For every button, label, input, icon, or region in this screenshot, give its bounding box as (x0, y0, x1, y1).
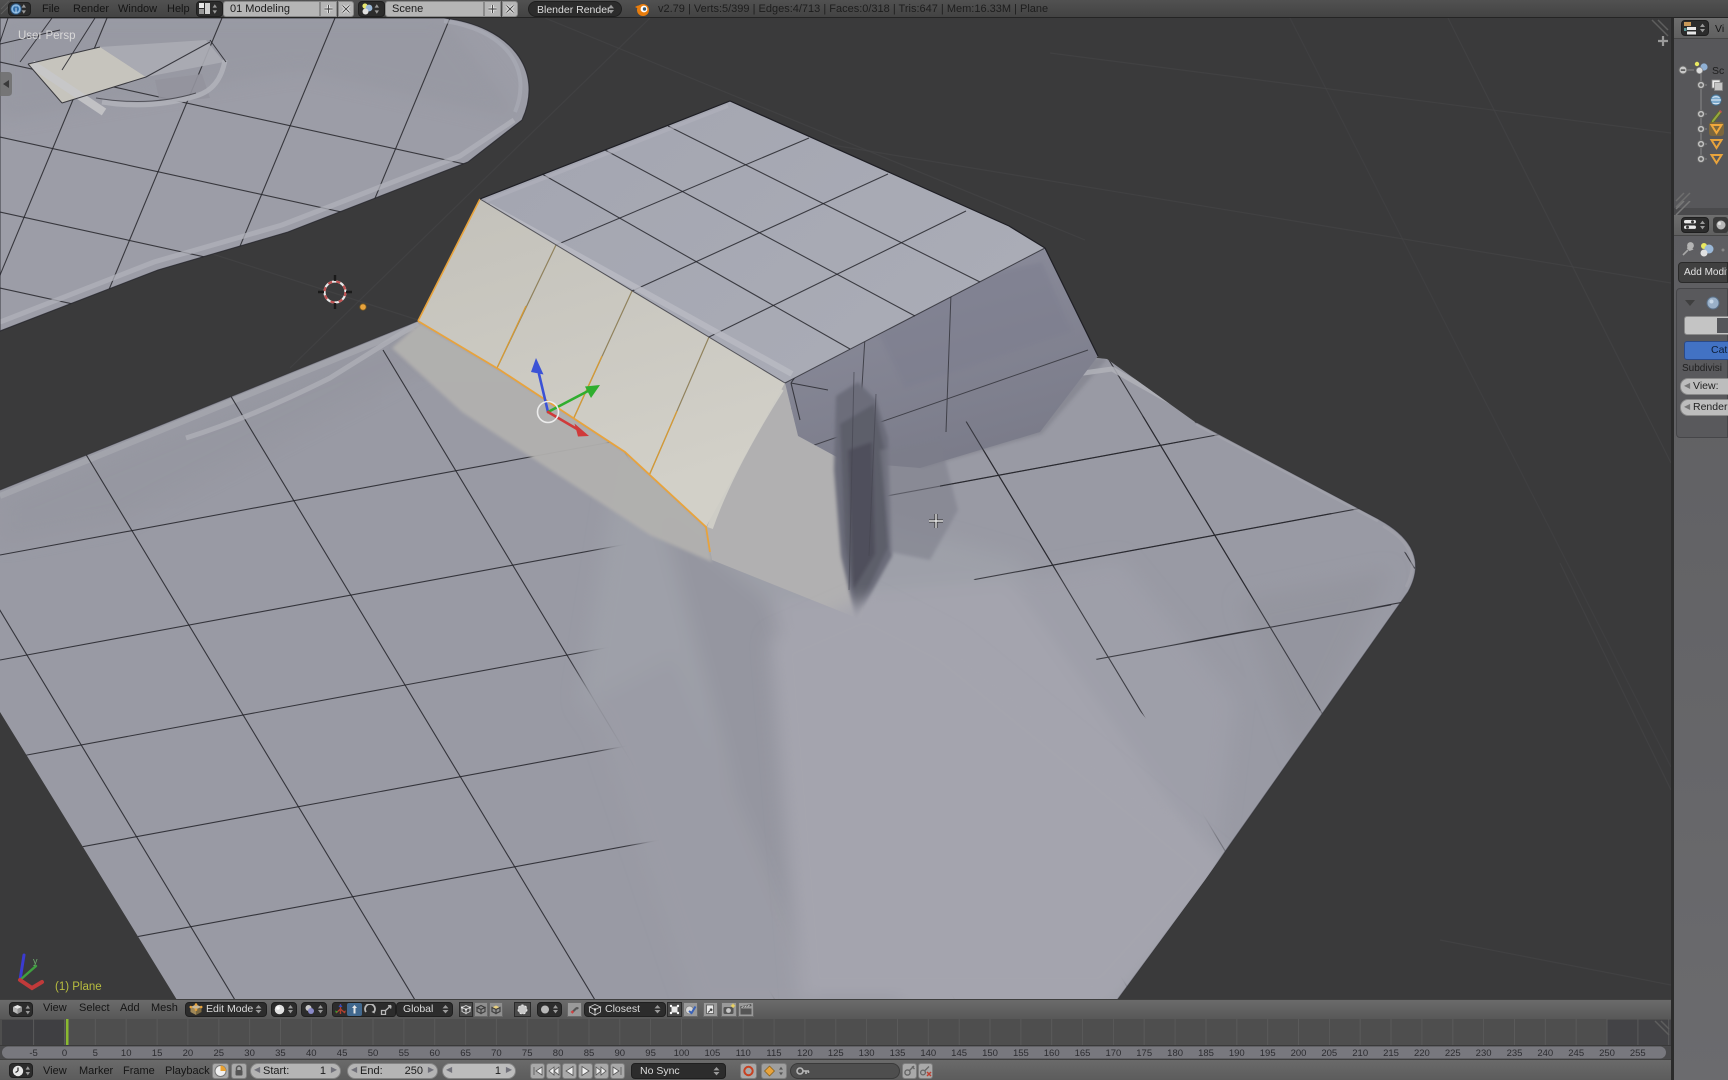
svg-text:200: 200 (1291, 1048, 1307, 1059)
svg-text:105: 105 (704, 1048, 720, 1059)
svg-text:45: 45 (337, 1048, 348, 1059)
svg-text:240: 240 (1537, 1048, 1553, 1059)
svg-text:215: 215 (1383, 1048, 1399, 1059)
svg-text:80: 80 (553, 1048, 564, 1059)
svg-text:175: 175 (1136, 1048, 1152, 1059)
svg-text:60: 60 (429, 1048, 440, 1059)
svg-text:220: 220 (1414, 1048, 1430, 1059)
svg-text:170: 170 (1105, 1048, 1121, 1059)
svg-text:10: 10 (121, 1048, 132, 1059)
svg-text:150: 150 (982, 1048, 998, 1059)
svg-text:i: i (15, 5, 17, 14)
svg-text:185: 185 (1198, 1048, 1214, 1059)
svg-text:50: 50 (368, 1048, 379, 1059)
svg-text:30: 30 (244, 1048, 255, 1059)
svg-text:195: 195 (1260, 1048, 1276, 1059)
svg-text:User Persp: User Persp (18, 30, 76, 42)
svg-text:145: 145 (951, 1048, 967, 1059)
svg-text:55: 55 (399, 1048, 410, 1059)
svg-text:100: 100 (674, 1048, 690, 1059)
svg-text:85: 85 (584, 1048, 595, 1059)
svg-text:225: 225 (1445, 1048, 1461, 1059)
svg-text:140: 140 (920, 1048, 936, 1059)
svg-text:135: 135 (890, 1048, 906, 1059)
svg-text:130: 130 (859, 1048, 875, 1059)
svg-text:165: 165 (1075, 1048, 1091, 1059)
svg-text:255: 255 (1630, 1048, 1646, 1059)
svg-text:210: 210 (1352, 1048, 1368, 1059)
svg-text:65: 65 (460, 1048, 471, 1059)
svg-text:180: 180 (1167, 1048, 1183, 1059)
svg-text:160: 160 (1044, 1048, 1060, 1059)
svg-text:5: 5 (93, 1048, 98, 1059)
svg-text:(1) Plane: (1) Plane (55, 981, 102, 993)
svg-text:190: 190 (1229, 1048, 1245, 1059)
svg-text:120: 120 (797, 1048, 813, 1059)
svg-text:20: 20 (183, 1048, 194, 1059)
svg-text:0: 0 (62, 1048, 67, 1059)
svg-text:230: 230 (1476, 1048, 1492, 1059)
svg-text:110: 110 (736, 1048, 751, 1059)
svg-text:35: 35 (275, 1048, 286, 1059)
svg-text:235: 235 (1507, 1048, 1523, 1059)
svg-text:40: 40 (306, 1048, 317, 1059)
svg-text:15: 15 (152, 1048, 163, 1059)
svg-text:75: 75 (522, 1048, 533, 1059)
svg-text:25: 25 (214, 1048, 225, 1059)
svg-text:70: 70 (491, 1048, 502, 1059)
svg-text:Sc: Sc (1712, 65, 1724, 77)
svg-text:115: 115 (766, 1048, 781, 1059)
svg-text:95: 95 (645, 1048, 656, 1059)
svg-text:-5: -5 (29, 1048, 37, 1059)
svg-text:90: 90 (615, 1048, 626, 1059)
svg-text:155: 155 (1013, 1048, 1029, 1059)
svg-text:245: 245 (1568, 1048, 1584, 1059)
svg-text:205: 205 (1321, 1048, 1337, 1059)
svg-text:250: 250 (1599, 1048, 1615, 1059)
svg-text:125: 125 (828, 1048, 844, 1059)
svg-text:y: y (33, 956, 38, 966)
